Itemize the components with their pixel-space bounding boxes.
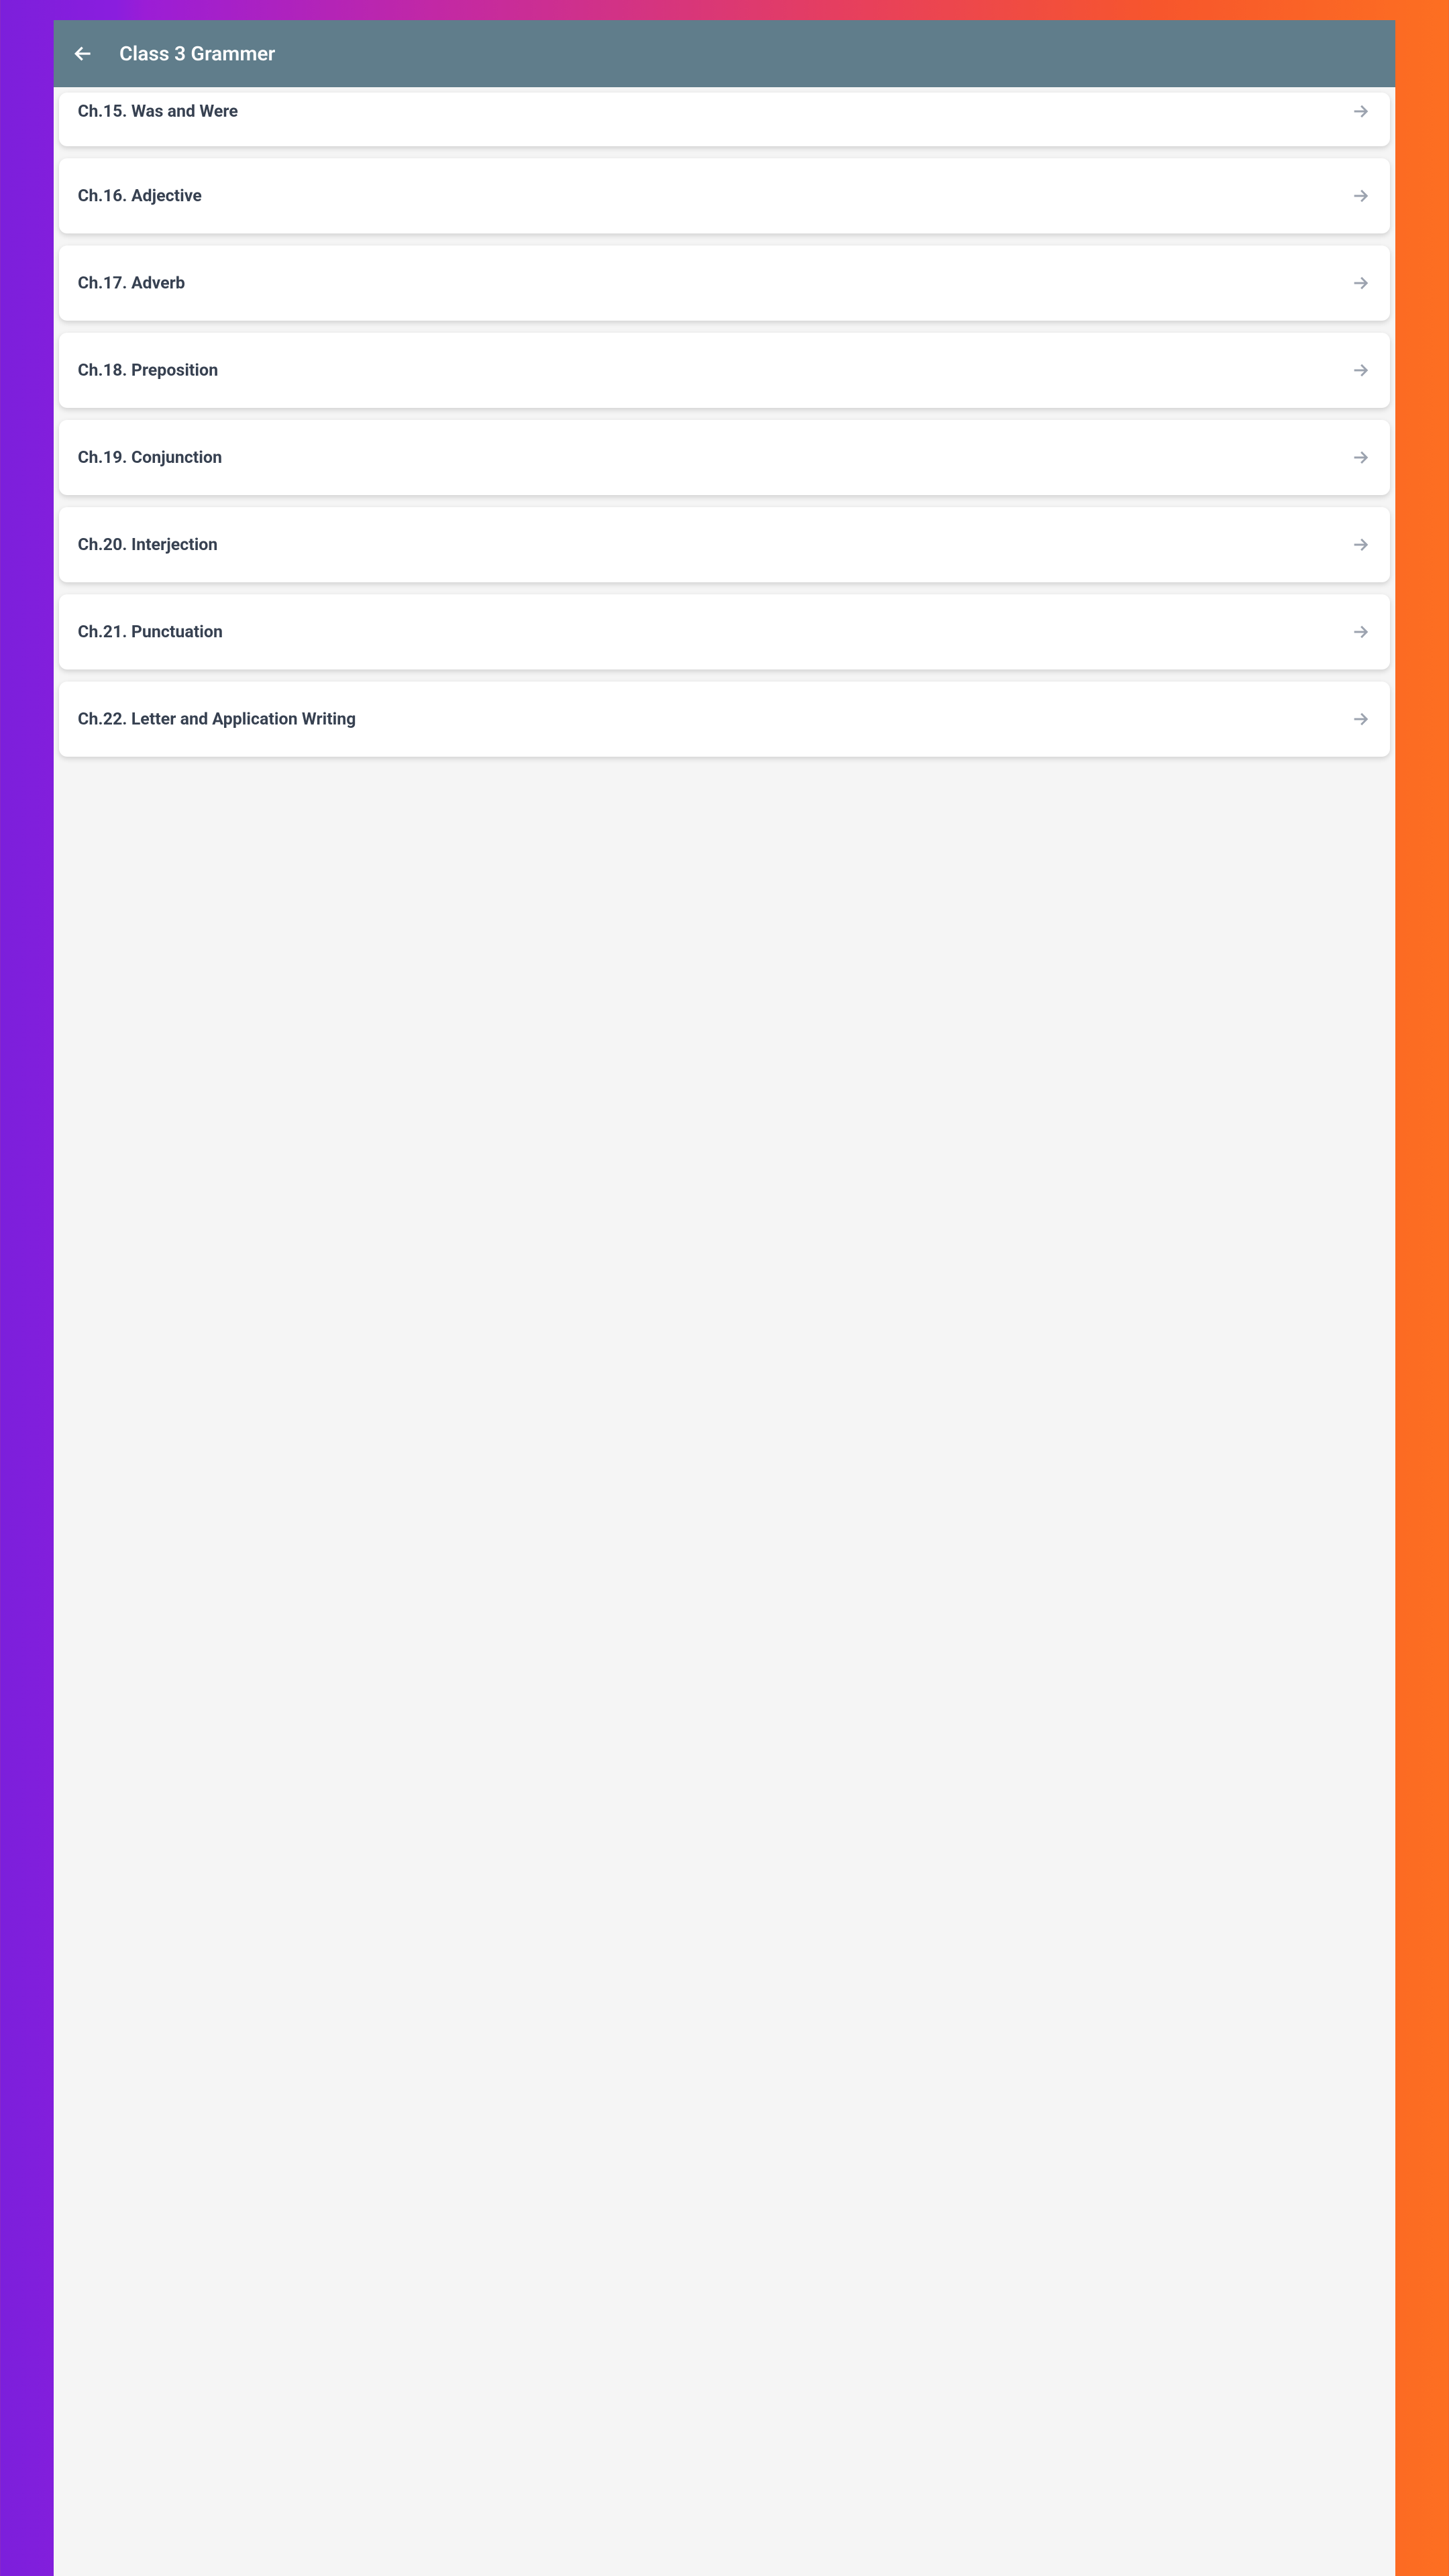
arrow-left-icon — [72, 43, 94, 64]
arrow-right-icon — [1350, 185, 1371, 207]
chapter-title: Ch.21. Punctuation — [78, 623, 223, 642]
arrow-right-icon — [1350, 101, 1371, 122]
chapter-list: Ch.15. Was and Were Ch.16. Adjective Ch.… — [54, 87, 1395, 2576]
chapter-item-22[interactable]: Ch.22. Letter and Application Writing — [59, 682, 1390, 757]
header: Class 3 Grammer — [54, 20, 1395, 87]
page-title: Class 3 Grammer — [119, 42, 275, 66]
chapter-title: Ch.15. Was and Were — [78, 102, 238, 121]
chapter-item-18[interactable]: Ch.18. Preposition — [59, 333, 1390, 408]
chapter-item-19[interactable]: Ch.19. Conjunction — [59, 420, 1390, 495]
chapter-item-16[interactable]: Ch.16. Adjective — [59, 158, 1390, 233]
back-button[interactable] — [67, 38, 99, 70]
chapter-item-21[interactable]: Ch.21. Punctuation — [59, 594, 1390, 669]
chapter-item-15[interactable]: Ch.15. Was and Were — [59, 93, 1390, 146]
chapter-title: Ch.16. Adjective — [78, 186, 202, 206]
arrow-right-icon — [1350, 272, 1371, 294]
chapter-title: Ch.20. Interjection — [78, 535, 217, 555]
chapter-title: Ch.18. Preposition — [78, 361, 218, 380]
arrow-right-icon — [1350, 360, 1371, 381]
arrow-right-icon — [1350, 621, 1371, 643]
chapter-item-20[interactable]: Ch.20. Interjection — [59, 507, 1390, 582]
arrow-right-icon — [1350, 708, 1371, 730]
arrow-right-icon — [1350, 534, 1371, 555]
arrow-right-icon — [1350, 447, 1371, 468]
chapter-title: Ch.17. Adverb — [78, 274, 185, 293]
chapter-title: Ch.22. Letter and Application Writing — [78, 710, 356, 729]
app-container: Class 3 Grammer Ch.15. Was and Were Ch.1… — [54, 20, 1395, 2576]
chapter-title: Ch.19. Conjunction — [78, 448, 222, 468]
chapter-item-17[interactable]: Ch.17. Adverb — [59, 246, 1390, 321]
